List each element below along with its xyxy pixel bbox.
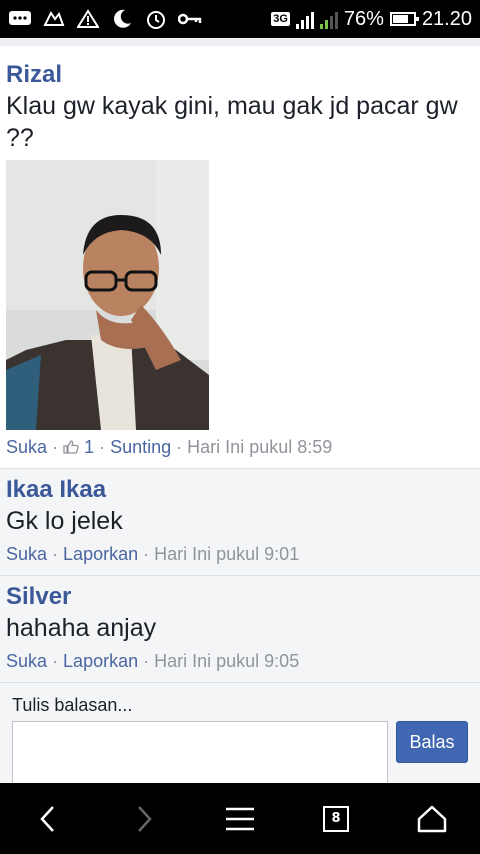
tabs-button[interactable]: 8	[312, 795, 360, 843]
like-count[interactable]: 1	[63, 437, 99, 457]
menu-icon	[226, 807, 254, 830]
report-button[interactable]: Laporkan	[63, 544, 138, 564]
post-time: Hari Ini pukul 8:59	[187, 437, 333, 457]
comment-text: Gk lo jelek	[6, 507, 123, 535]
signal-sim1-icon	[295, 9, 314, 29]
status-bar: 3G 76% 21.20	[0, 0, 480, 38]
battery-icon	[389, 12, 419, 26]
battery-percent: 76%	[343, 7, 384, 30]
reply-button[interactable]: Balas	[396, 721, 468, 763]
alert-icon	[76, 8, 100, 30]
home-icon	[417, 805, 447, 832]
post-photo[interactable]	[6, 160, 209, 430]
like-button[interactable]: Suka	[6, 651, 47, 671]
bbm-icon	[8, 8, 32, 30]
like-button[interactable]: Suka	[6, 437, 47, 457]
post-text: Klau gw kayak gini, mau gak jd pacar gw …	[6, 92, 458, 152]
reply-composer: Tulis balasan... Balas	[0, 682, 480, 783]
browser-navbar: 8	[0, 783, 480, 854]
comment-item: Silver hahaha anjay Suka · Laporkan · Ha…	[0, 575, 480, 682]
signal-sim2-icon	[319, 9, 338, 29]
key-icon	[178, 8, 202, 30]
menu-button[interactable]	[216, 795, 264, 843]
forward-button[interactable]	[120, 795, 168, 843]
post-author[interactable]: Rizal	[6, 60, 474, 90]
home-button[interactable]	[408, 795, 456, 843]
moon-icon	[110, 8, 134, 30]
thumbs-up-icon	[63, 440, 79, 454]
tab-count: 8	[323, 805, 349, 832]
post-meta: Suka · 1 · Sunting · Hari Ini pukul 8:59	[6, 437, 333, 457]
comment-time: Hari Ini pukul 9:05	[154, 651, 300, 671]
comment-time: Hari Ini pukul 9:01	[154, 544, 300, 564]
report-button[interactable]: Laporkan	[63, 651, 138, 671]
reply-label: Tulis balasan...	[12, 695, 133, 715]
tweet-icon	[42, 8, 66, 30]
like-count-value: 1	[84, 437, 95, 457]
alarm-icon	[144, 8, 168, 30]
comment-text: hahaha anjay	[6, 614, 157, 642]
chevron-right-icon	[138, 805, 152, 832]
original-post: Rizal Klau gw kayak gini, mau gak jd pac…	[0, 38, 480, 468]
back-button[interactable]	[24, 795, 72, 843]
comment-meta: Suka · Laporkan · Hari Ini pukul 9:01	[6, 544, 300, 564]
comment-thread: Rizal Klau gw kayak gini, mau gak jd pac…	[0, 38, 480, 783]
comment-item: Ikaa Ikaa Gk lo jelek Suka · Laporkan · …	[0, 468, 480, 575]
comment-author[interactable]: Ikaa Ikaa	[6, 475, 474, 505]
clock: 21.20	[421, 7, 472, 30]
chevron-left-icon	[40, 805, 54, 832]
comment-meta: Suka · Laporkan · Hari Ini pukul 9:05	[6, 651, 300, 671]
network-type: 3G	[271, 12, 290, 26]
edit-button[interactable]: Sunting	[110, 437, 171, 457]
reply-input[interactable]	[12, 721, 388, 783]
comment-author[interactable]: Silver	[6, 582, 474, 612]
like-button[interactable]: Suka	[6, 544, 47, 564]
